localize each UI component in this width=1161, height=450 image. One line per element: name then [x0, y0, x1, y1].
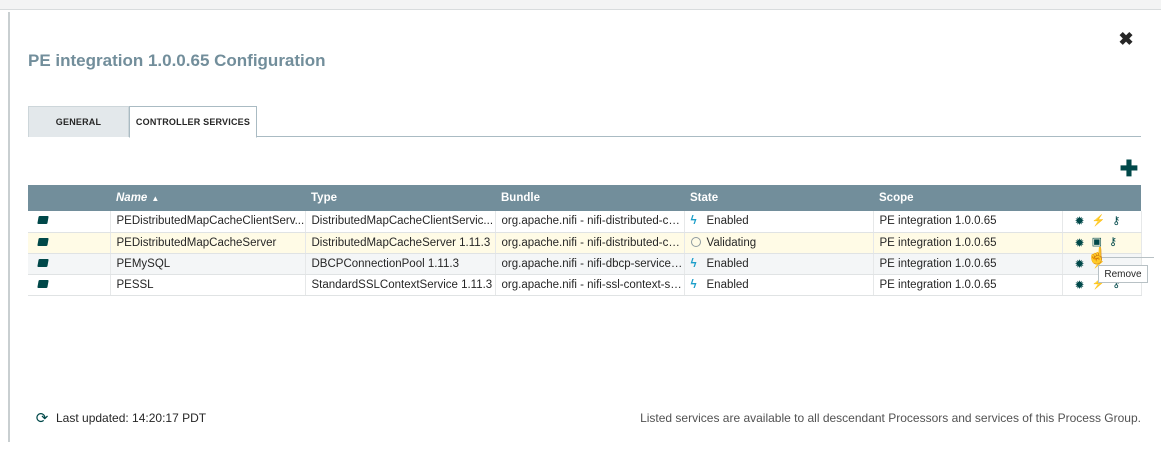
gear-icon[interactable]: ✹ — [1075, 279, 1085, 291]
dialog-title: PE integration 1.0.0.65 Configuration — [28, 51, 326, 70]
trash-icon[interactable]: ▣ — [1092, 237, 1102, 248]
controller-service-icon — [37, 258, 49, 267]
tooltip-divider — [1098, 257, 1154, 258]
cell-actions: ✹ ▣ ⚷ — [1062, 232, 1142, 254]
cell-type: DistributedMapCacheServer 1.11.3 — [305, 232, 496, 254]
controller-service-icon — [37, 237, 49, 246]
last-updated-text: Last updated: 14:20:17 PDT — [56, 411, 207, 425]
key-icon[interactable]: ⚷ — [1109, 237, 1117, 248]
sort-ascending-icon: ▲ — [151, 194, 160, 203]
close-button[interactable]: ✖ — [1114, 28, 1138, 50]
cell-name: PEDistributedMapCacheServer — [110, 232, 306, 254]
cell-scope: PE integration 1.0.0.65 — [873, 274, 1063, 296]
cell-type: DistributedMapCacheClientServic... — [305, 211, 496, 233]
cell-actions: ✹ ⚡ ⚷ — [1062, 211, 1142, 233]
cell-state: Validating — [684, 232, 874, 254]
cell-name: PEMySQL — [110, 253, 306, 275]
validating-icon — [690, 236, 701, 247]
cell-scope: PE integration 1.0.0.65 — [873, 211, 1063, 233]
cell-bundle: org.apache.nifi - nifi-dbcp-service-... — [495, 253, 685, 275]
column-header-bundle[interactable]: Bundle — [495, 185, 684, 211]
cell-scope: PE integration 1.0.0.65 — [873, 253, 1063, 275]
table-row[interactable]: PEMySQL DBCPConnectionPool 1.11.3 org.ap… — [28, 253, 1142, 275]
scope-note: Listed services are available to all des… — [640, 411, 1141, 425]
add-controller-service-button[interactable]: ✚ — [1117, 156, 1141, 181]
column-header-type[interactable]: Type — [305, 185, 495, 211]
column-header-name[interactable]: Name ▲ — [110, 185, 305, 211]
disable-icon[interactable]: ⚡ — [1092, 215, 1106, 227]
gear-icon[interactable]: ✹ — [1075, 258, 1085, 270]
controller-service-icon — [37, 279, 49, 288]
cell-type: StandardSSLContextService 1.11.3 — [305, 274, 496, 296]
lightning-icon: ϟ — [690, 215, 697, 228]
column-header-state[interactable]: State — [684, 185, 873, 211]
column-header-actions — [1062, 185, 1141, 211]
table-row[interactable]: PEDistributedMapCacheServer DistributedM… — [28, 232, 1142, 254]
remove-tooltip: Remove — [1098, 265, 1148, 283]
lightning-icon: ϟ — [690, 257, 697, 270]
tab-general[interactable]: GENERAL — [28, 106, 129, 137]
column-header-scope[interactable]: Scope — [873, 185, 1062, 211]
background-canvas-strip — [0, 0, 1161, 10]
column-header-icon — [28, 185, 110, 211]
lightning-icon: ϟ — [690, 278, 697, 291]
table-header-row: Name ▲ Type Bundle State Scope — [28, 185, 1141, 211]
cell-state: ϟ Enabled — [684, 253, 874, 275]
cell-type: DBCPConnectionPool 1.11.3 — [305, 253, 496, 275]
refresh-icon[interactable]: ⟳ — [34, 410, 50, 427]
table-row[interactable]: PEDistributedMapCacheClientServ... Distr… — [28, 211, 1142, 233]
cell-name: PESSL — [110, 274, 306, 296]
tab-bar: GENERAL CONTROLLER SERVICES — [28, 106, 1141, 138]
cell-state: ϟ Enabled — [684, 211, 874, 233]
cell-bundle: org.apache.nifi - nifi-ssl-context-se... — [495, 274, 685, 296]
cell-bundle: org.apache.nifi - nifi-distributed-ca... — [495, 211, 685, 233]
cell-scope: PE integration 1.0.0.65 — [873, 232, 1063, 254]
close-icon: ✖ — [1118, 28, 1134, 49]
gear-icon[interactable]: ✹ — [1075, 237, 1085, 249]
table-row[interactable]: PESSL StandardSSLContextService 1.11.3 o… — [28, 274, 1142, 296]
controller-services-table: Name ▲ Type Bundle State Scope PEDistribu… — [28, 185, 1142, 296]
controller-service-icon — [37, 216, 49, 225]
cell-bundle: org.apache.nifi - nifi-distributed-ca... — [495, 232, 685, 254]
cell-state: ϟ Enabled — [684, 274, 874, 296]
gear-icon[interactable]: ✹ — [1075, 215, 1085, 227]
cell-name: PEDistributedMapCacheClientServ... — [110, 211, 306, 233]
plus-icon: ✚ — [1119, 156, 1139, 181]
tab-controller-services[interactable]: CONTROLLER SERVICES — [129, 106, 257, 138]
key-icon[interactable]: ⚷ — [1112, 215, 1120, 227]
